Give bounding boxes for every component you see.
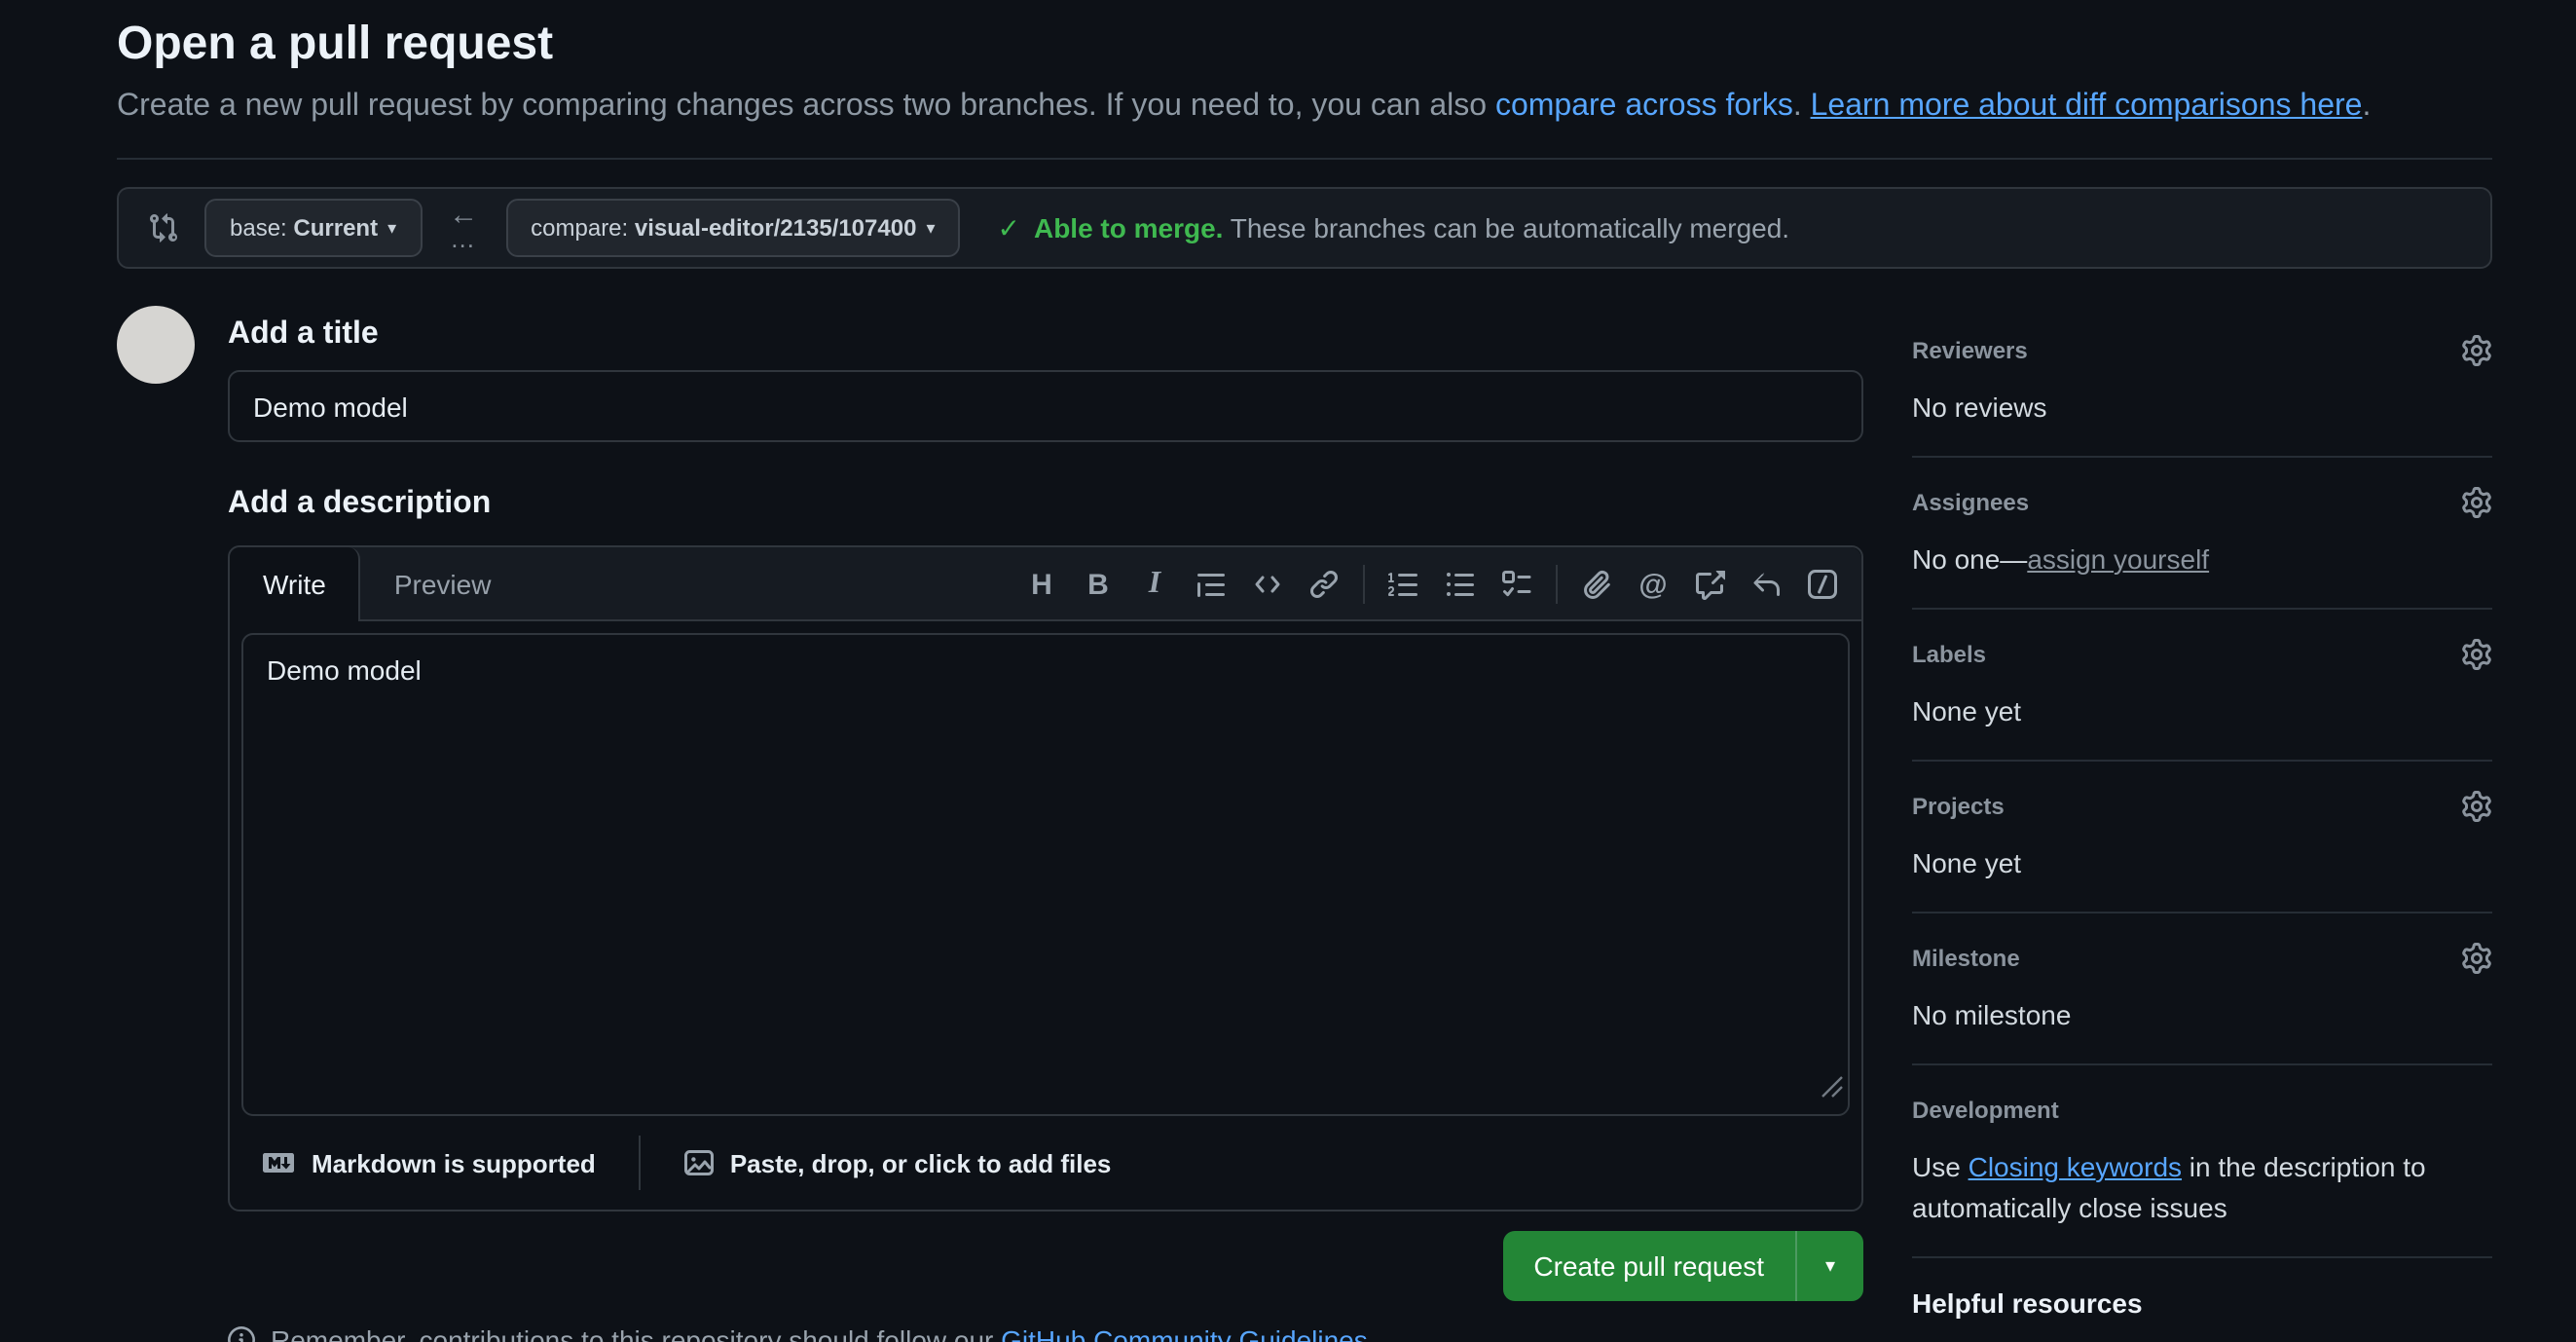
link-icon[interactable] bbox=[1297, 557, 1351, 612]
gear-icon[interactable] bbox=[2461, 639, 2492, 670]
bullet-list-icon[interactable] bbox=[1433, 557, 1488, 612]
closing-keywords-link[interactable]: Closing keywords bbox=[1969, 1151, 2182, 1182]
description-label: Add a description bbox=[228, 487, 1863, 522]
code-icon[interactable] bbox=[1240, 557, 1295, 612]
chevron-down-icon: ▾ bbox=[387, 208, 396, 247]
merge-status: ✓ Able to merge. These branches can be a… bbox=[998, 211, 1790, 244]
bold-icon[interactable]: B bbox=[1071, 557, 1125, 612]
avatar bbox=[117, 306, 195, 384]
toolbar-divider bbox=[1556, 565, 1558, 604]
page-root: Open a pull request Create a new pull re… bbox=[0, 14, 2576, 1342]
gear-icon[interactable] bbox=[2461, 791, 2492, 822]
helpful-resources-heading: Helpful resources bbox=[1912, 1286, 2143, 1321]
git-compare-icon bbox=[148, 212, 179, 243]
merge-status-detail: These branches can be automatically merg… bbox=[1231, 212, 1789, 243]
slash-command-icon[interactable] bbox=[1795, 557, 1850, 612]
reviewers-heading: Reviewers bbox=[1912, 333, 2028, 368]
markdown-editor: Write Preview H B I bbox=[228, 545, 1863, 1212]
editor-body: Demo model bbox=[230, 621, 1861, 1116]
cross-reference-icon[interactable] bbox=[1682, 557, 1737, 612]
labels-heading: Labels bbox=[1912, 637, 1986, 672]
projects-value: None yet bbox=[1912, 843, 2492, 884]
task-list-icon[interactable] bbox=[1490, 557, 1544, 612]
create-options-dropdown[interactable]: ▾ bbox=[1795, 1231, 1863, 1301]
sidebar-section-development: Development Use Closing keywords in the … bbox=[1912, 1065, 2492, 1258]
description-textarea[interactable]: Demo model bbox=[241, 633, 1850, 1116]
info-icon bbox=[228, 1326, 255, 1342]
assignees-value: No one—assign yourself bbox=[1912, 540, 2492, 580]
development-heading: Development bbox=[1912, 1093, 2059, 1128]
compare-branch-dropdown[interactable]: compare: visual-editor/2135/107400 ▾ bbox=[505, 199, 960, 257]
gear-icon[interactable] bbox=[2461, 943, 2492, 974]
development-value: Use Closing keywords in the description … bbox=[1912, 1147, 2492, 1229]
milestone-value: No milestone bbox=[1912, 995, 2492, 1036]
milestone-heading: Milestone bbox=[1912, 941, 2020, 976]
reviewers-value: No reviews bbox=[1912, 388, 2492, 429]
attach-file-icon[interactable] bbox=[1569, 557, 1624, 612]
footer-divider bbox=[639, 1136, 641, 1190]
arrow-left-icon: ← … bbox=[449, 206, 478, 249]
assignees-heading: Assignees bbox=[1912, 485, 2029, 520]
content-row: Add a title Add a description Write Prev… bbox=[117, 306, 2492, 1342]
page-subtitle: Create a new pull request by comparing c… bbox=[117, 86, 2492, 160]
labels-value: None yet bbox=[1912, 691, 2492, 732]
sidebar: Reviewers No reviews Assignees No one—as… bbox=[1912, 306, 2492, 1342]
italic-icon[interactable]: I bbox=[1127, 557, 1182, 612]
sidebar-section-labels: Labels None yet bbox=[1912, 610, 2492, 762]
sidebar-section-reviewers: Reviewers No reviews bbox=[1912, 306, 2492, 458]
resize-handle-icon[interactable] bbox=[1821, 1073, 1844, 1108]
editor-footer: Markdown is supported Paste, drop, or cl… bbox=[230, 1116, 1861, 1210]
sidebar-section-projects: Projects None yet bbox=[1912, 762, 2492, 913]
community-guidelines-link[interactable]: GitHub Community Guidelines bbox=[1001, 1324, 1368, 1342]
title-label: Add a title bbox=[228, 317, 1863, 353]
tab-preview[interactable]: Preview bbox=[361, 547, 525, 621]
numbered-list-icon[interactable] bbox=[1377, 557, 1431, 612]
page-title: Open a pull request bbox=[117, 14, 2492, 74]
add-files-button[interactable]: Paste, drop, or click to add files bbox=[668, 1147, 1127, 1178]
gear-icon[interactable] bbox=[2461, 487, 2492, 518]
projects-heading: Projects bbox=[1912, 789, 2005, 824]
markdown-toolbar: H B I @ bbox=[1014, 547, 1861, 621]
tab-write[interactable]: Write bbox=[230, 547, 361, 621]
form-actions: Create pull request ▾ bbox=[228, 1231, 1863, 1301]
assign-yourself-link[interactable]: assign yourself bbox=[2027, 543, 2209, 575]
markdown-icon bbox=[261, 1147, 296, 1178]
merge-status-bold: Able to merge. bbox=[1034, 212, 1224, 243]
saved-replies-icon[interactable] bbox=[1739, 557, 1793, 612]
chevron-down-icon: ▾ bbox=[1825, 1255, 1835, 1277]
markdown-supported-note[interactable]: Markdown is supported bbox=[245, 1147, 611, 1178]
pull-request-form: Add a title Add a description Write Prev… bbox=[228, 306, 1863, 1342]
diff-comparisons-link[interactable]: Learn more about diff comparisons here bbox=[1811, 90, 2363, 123]
create-pull-request-button[interactable]: Create pull request bbox=[1502, 1231, 1795, 1301]
compare-across-forks-link[interactable]: compare across forks bbox=[1495, 90, 1793, 123]
sidebar-section-helpful-resources: Helpful resources GitHub Community Guide… bbox=[1912, 1258, 2492, 1342]
toolbar-divider bbox=[1363, 565, 1365, 604]
quote-icon[interactable] bbox=[1184, 557, 1238, 612]
contribution-note: Remember, contributions to this reposito… bbox=[228, 1324, 1863, 1342]
title-input[interactable] bbox=[228, 370, 1863, 442]
branch-compare-bar: base: Current ▾ ← … compare: visual-edit… bbox=[117, 187, 2492, 269]
create-pull-request-split-button: Create pull request ▾ bbox=[1502, 1231, 1863, 1301]
gear-icon[interactable] bbox=[2461, 335, 2492, 366]
image-icon bbox=[683, 1147, 715, 1178]
subtitle-text: Create a new pull request by comparing c… bbox=[117, 90, 1495, 123]
chevron-down-icon: ▾ bbox=[926, 208, 935, 247]
sidebar-section-milestone: Milestone No milestone bbox=[1912, 913, 2492, 1065]
check-icon: ✓ bbox=[998, 211, 1020, 244]
editor-header: Write Preview H B I bbox=[230, 547, 1861, 621]
sidebar-section-assignees: Assignees No one—assign yourself bbox=[1912, 458, 2492, 610]
base-branch-dropdown[interactable]: base: Current ▾ bbox=[204, 199, 422, 257]
heading-icon[interactable]: H bbox=[1014, 557, 1069, 612]
mention-icon[interactable]: @ bbox=[1626, 557, 1680, 612]
open-pull-request-page: Open a pull request Create a new pull re… bbox=[0, 14, 2576, 1342]
